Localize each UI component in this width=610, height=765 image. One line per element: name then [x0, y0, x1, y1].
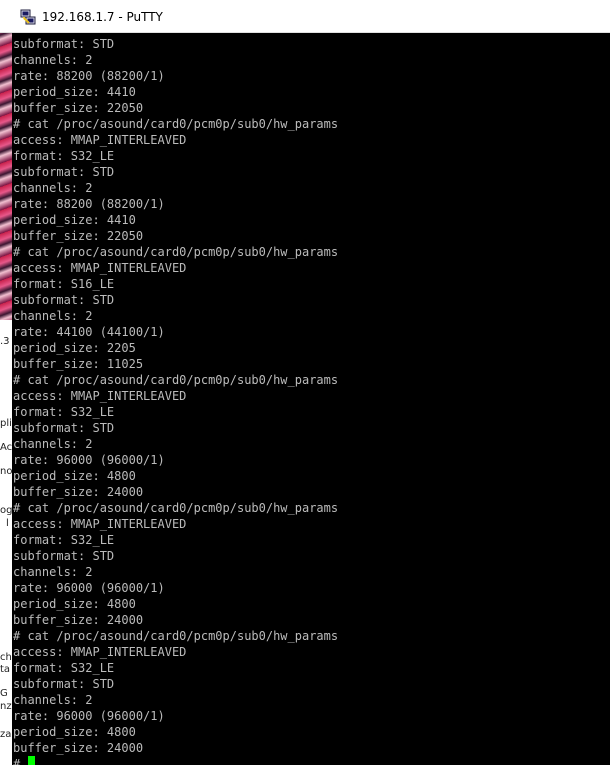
terminal-line: access: MMAP_INTERLEAVED — [13, 261, 187, 275]
background-text-fragment: Ac — [0, 442, 12, 453]
terminal-line: # cat /proc/asound/card0/pcm0p/sub0/hw_p… — [13, 245, 339, 259]
terminal-line: buffer_size: 22050 — [13, 229, 144, 243]
terminal-line: rate: 96000 (96000/1) — [13, 453, 165, 467]
terminal-line: subformat: STD — [13, 421, 115, 435]
background-text-fragment: l — [6, 518, 9, 529]
terminal-line: access: MMAP_INTERLEAVED — [13, 133, 187, 147]
terminal-line: rate: 88200 (88200/1) — [13, 197, 165, 211]
prompt-line[interactable]: # — [13, 756, 338, 765]
terminal-line: channels: 2 — [13, 565, 93, 579]
terminal-line: period_size: 4800 — [13, 597, 136, 611]
putty-icon[interactable] — [20, 9, 36, 25]
background-text-fragment: nz — [0, 701, 12, 712]
terminal-line: format: S32_LE — [13, 149, 115, 163]
prompt-symbol: # — [13, 757, 21, 765]
terminal-line: format: S16_LE — [13, 277, 115, 291]
terminal-line: channels: 2 — [13, 693, 93, 707]
terminal-line: subformat: STD — [13, 165, 115, 179]
text-cursor — [28, 756, 36, 765]
terminal-line: # cat /proc/asound/card0/pcm0p/sub0/hw_p… — [13, 501, 339, 515]
title-bar[interactable]: 192.168.1.7 - PuTTY — [0, 0, 610, 33]
background-text-fragment: G — [0, 688, 8, 699]
terminal-line: period_size: 4410 — [13, 85, 136, 99]
terminal-line: access: MMAP_INTERLEAVED — [13, 517, 187, 531]
terminal-line: access: MMAP_INTERLEAVED — [13, 645, 187, 659]
terminal-line: # cat /proc/asound/card0/pcm0p/sub0/hw_p… — [13, 373, 339, 387]
background-text-fragment: no — [0, 466, 12, 477]
terminal-line: channels: 2 — [13, 53, 93, 67]
terminal-line: rate: 88200 (88200/1) — [13, 69, 165, 83]
terminal-line: period_size: 2205 — [13, 341, 136, 355]
terminal-area[interactable]: subformat: STD channels: 2 rate: 88200 (88… — [12, 33, 610, 765]
background-text-fragment: ch — [0, 652, 12, 663]
terminal-line: period_size: 4800 — [13, 725, 136, 739]
terminal-output: subformat: STD channels: 2 rate: 88200 (88… — [13, 36, 338, 765]
terminal-line: # cat /proc/asound/card0/pcm0p/sub0/hw_p… — [13, 117, 339, 131]
background-text-fragment: ogr — [0, 505, 12, 516]
terminal-line: format: S32_LE — [13, 405, 115, 419]
terminal-line: access: MMAP_INTERLEAVED — [13, 389, 187, 403]
background-text-fragment: za — [0, 729, 12, 740]
terminal-line: buffer_size: 24000 — [13, 613, 144, 627]
terminal-line: rate: 44100 (44100/1) — [13, 325, 165, 339]
terminal-line: # cat /proc/asound/card0/pcm0p/sub0/hw_p… — [13, 629, 339, 643]
terminal-line: buffer_size: 24000 — [13, 485, 144, 499]
terminal-line: format: S32_LE — [13, 661, 115, 675]
terminal-line: period_size: 4410 — [13, 213, 136, 227]
terminal-line: buffer_size: 24000 — [13, 741, 144, 755]
terminal-line: channels: 2 — [13, 309, 93, 323]
terminal-line: subformat: STD — [13, 677, 115, 691]
background-artwork — [0, 0, 12, 320]
terminal-line: rate: 96000 (96000/1) — [13, 581, 165, 595]
terminal-line: subformat: STD — [13, 37, 115, 51]
terminal-line: format: S32_LE — [13, 533, 115, 547]
terminal-line: buffer_size: 11025 — [13, 357, 144, 371]
terminal-line: channels: 2 — [13, 181, 93, 195]
terminal-line: period_size: 4800 — [13, 469, 136, 483]
terminal-line: channels: 2 — [13, 437, 93, 451]
background-text-fragment: .3 — [0, 336, 10, 347]
putty-window[interactable]: 192.168.1.7 - PuTTY subformat: STD channe… — [0, 0, 610, 765]
background-text-fragment: ta — [0, 664, 11, 675]
background-window[interactable]: .3 pli Ac no ogr l ch ta G nz za — [0, 0, 12, 765]
terminal-line: subformat: STD — [13, 293, 115, 307]
terminal-line: buffer_size: 22050 — [13, 101, 144, 115]
background-text-fragment: pli — [0, 418, 12, 429]
terminal-line: subformat: STD — [13, 549, 115, 563]
window-title: 192.168.1.7 - PuTTY — [42, 10, 163, 24]
terminal-line: rate: 96000 (96000/1) — [13, 709, 165, 723]
